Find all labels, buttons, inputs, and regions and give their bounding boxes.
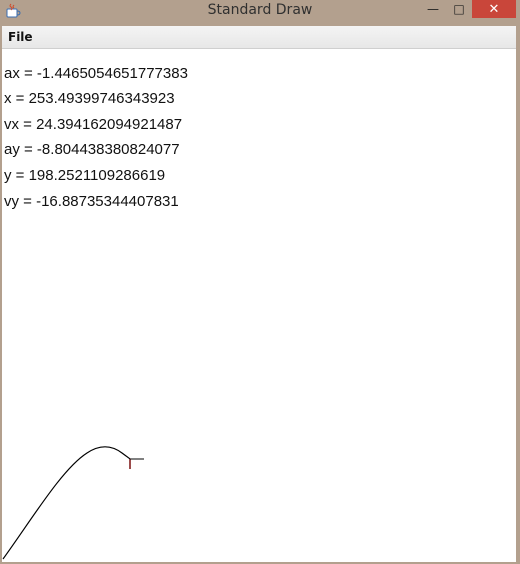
maximize-icon: □: [453, 2, 465, 16]
menu-bar: File: [2, 26, 516, 49]
maximize-button[interactable]: □: [446, 0, 472, 18]
drawing-canvas[interactable]: ax = -1.4465054651777383 x = 253.4939974…: [2, 49, 516, 562]
minimize-icon: —: [427, 2, 439, 16]
trajectory-plot: [2, 446, 144, 560]
trajectory-curve: [2, 446, 131, 560]
title-bar[interactable]: Standard Draw — □ ✕: [0, 0, 520, 22]
minimize-button[interactable]: —: [420, 0, 446, 18]
client-area: File ax = -1.4465054651777383 x = 253.49…: [2, 26, 516, 562]
close-icon: ✕: [488, 1, 500, 17]
close-button[interactable]: ✕: [472, 0, 516, 18]
app-window: Standard Draw — □ ✕ File ax = -1.4465054…: [0, 0, 520, 564]
menu-file[interactable]: File: [8, 30, 33, 44]
